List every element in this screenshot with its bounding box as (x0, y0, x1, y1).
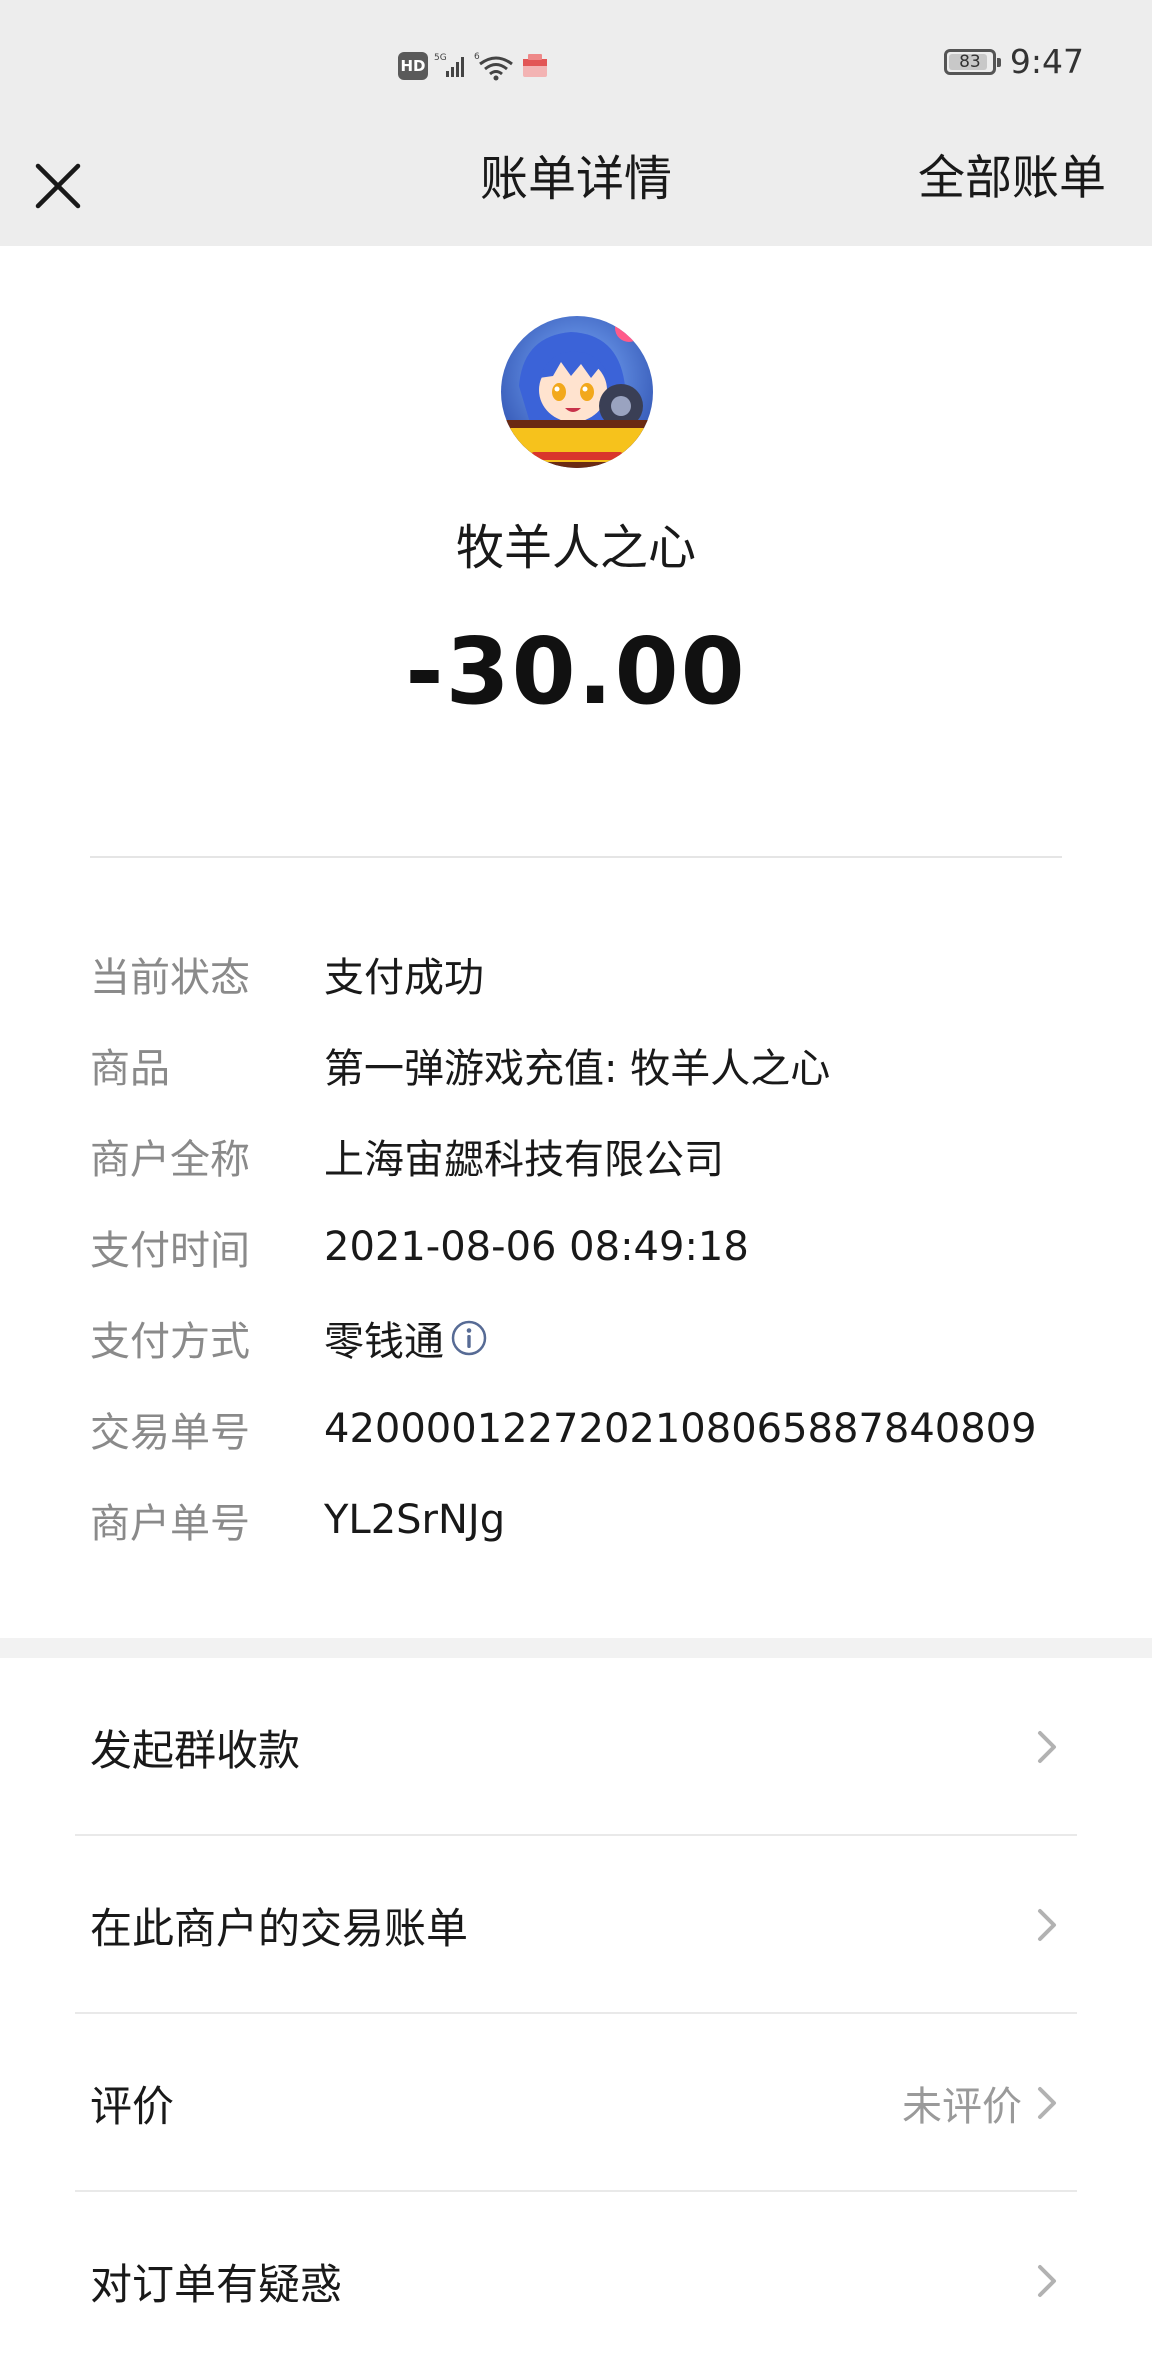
detail-row-merchant-order-id: 商户单号 YL2SrNJg (90, 1474, 1070, 1565)
transaction-details: 当前状态 支付成功 商品 第一弹游戏充值: 牧羊人之心 商户全称 上海宙勰科技有… (90, 928, 1070, 1565)
status-bar: HD 5G 6 83 9:47 (0, 0, 1152, 134)
detail-label: 商户全称 (90, 1136, 250, 1183)
merchant-name: 牧羊人之心 (455, 520, 696, 576)
merchant-avatar (501, 316, 653, 468)
detail-value: 零钱通 (324, 1309, 1070, 1367)
clock: 9:47 (1009, 42, 1084, 81)
detail-value: 上海宙勰科技有限公司 (324, 1136, 724, 1183)
review-status: 未评价 (902, 2084, 1022, 2130)
detail-value: 支付成功 (324, 954, 484, 1001)
chevron-right-icon (1038, 2265, 1056, 2297)
hd-badge: HD (398, 52, 428, 80)
chevron-right-icon (1038, 1731, 1056, 1763)
battery-icon: 83 (943, 48, 1001, 75)
detail-row-merchant: 商户全称 上海宙勰科技有限公司 (90, 1110, 1070, 1201)
detail-row-status: 当前状态 支付成功 (90, 928, 1070, 1019)
detail-label: 交易单号 (90, 1409, 250, 1456)
detail-value: 第一弹游戏充值: 牧羊人之心 (324, 1045, 831, 1092)
wifi-6-icon: 6 (474, 52, 513, 81)
chevron-right-icon (1038, 1909, 1056, 1941)
info-icon[interactable] (450, 1319, 488, 1357)
detail-value: YL2SrNJg (324, 1496, 506, 1543)
action-label: 在此商户的交易账单 (90, 1903, 469, 1953)
app-notification-icon (523, 54, 547, 77)
merchant-logo-image (501, 316, 653, 468)
detail-value: 2021-08-06 08:49:18 (324, 1223, 749, 1270)
action-label: 对订单有疑惑 (90, 2259, 343, 2309)
detail-label: 商户单号 (90, 1500, 250, 1547)
detail-row-pay-method: 支付方式 零钱通 (90, 1292, 1070, 1383)
status-right: 83 9:47 (943, 42, 1084, 81)
review-button[interactable]: 评价 未评价 (0, 2014, 1152, 2192)
divider (90, 856, 1062, 858)
detail-label: 支付时间 (90, 1227, 250, 1274)
status-icons: HD 5G 6 (398, 46, 550, 86)
detail-label: 当前状态 (90, 954, 250, 1001)
group-collect-button[interactable]: 发起群收款 (0, 1658, 1152, 1836)
merchant-bills-button[interactable]: 在此商户的交易账单 (0, 1836, 1152, 2014)
all-bills-link[interactable]: 全部账单 (918, 134, 1106, 224)
action-list: 发起群收款 在此商户的交易账单 评价 未评价 对订单有疑惑 (0, 1658, 1152, 2370)
section-gap (0, 1638, 1152, 1658)
detail-label: 支付方式 (90, 1318, 250, 1365)
cellular-5g-icon: 5G (434, 53, 464, 77)
detail-row-pay-time: 支付时间 2021-08-06 08:49:18 (90, 1201, 1070, 1292)
action-label: 发起群收款 (90, 1725, 301, 1775)
chevron-right-icon (1038, 2087, 1056, 2119)
bill-detail-screen: HD 5G 6 83 9:47 账单详情 全部账单 牧羊人之心 -30.00 当… (0, 0, 1152, 2376)
network-1-label: 5G (434, 53, 447, 63)
battery-level: 83 (959, 51, 981, 72)
detail-row-transaction-id: 交易单号 4200001227202108065887840809 (90, 1383, 1070, 1474)
nav-bar: 账单详情 全部账单 (0, 134, 1152, 246)
payment-amount: -30.00 (405, 618, 747, 725)
order-question-button[interactable]: 对订单有疑惑 (0, 2192, 1152, 2370)
network-2-label: 6 (474, 52, 480, 62)
detail-row-product: 商品 第一弹游戏充值: 牧羊人之心 (90, 1019, 1070, 1110)
action-label: 评价 (90, 2081, 175, 2131)
detail-label: 商品 (90, 1045, 170, 1092)
detail-value: 4200001227202108065887840809 (324, 1405, 1037, 1452)
